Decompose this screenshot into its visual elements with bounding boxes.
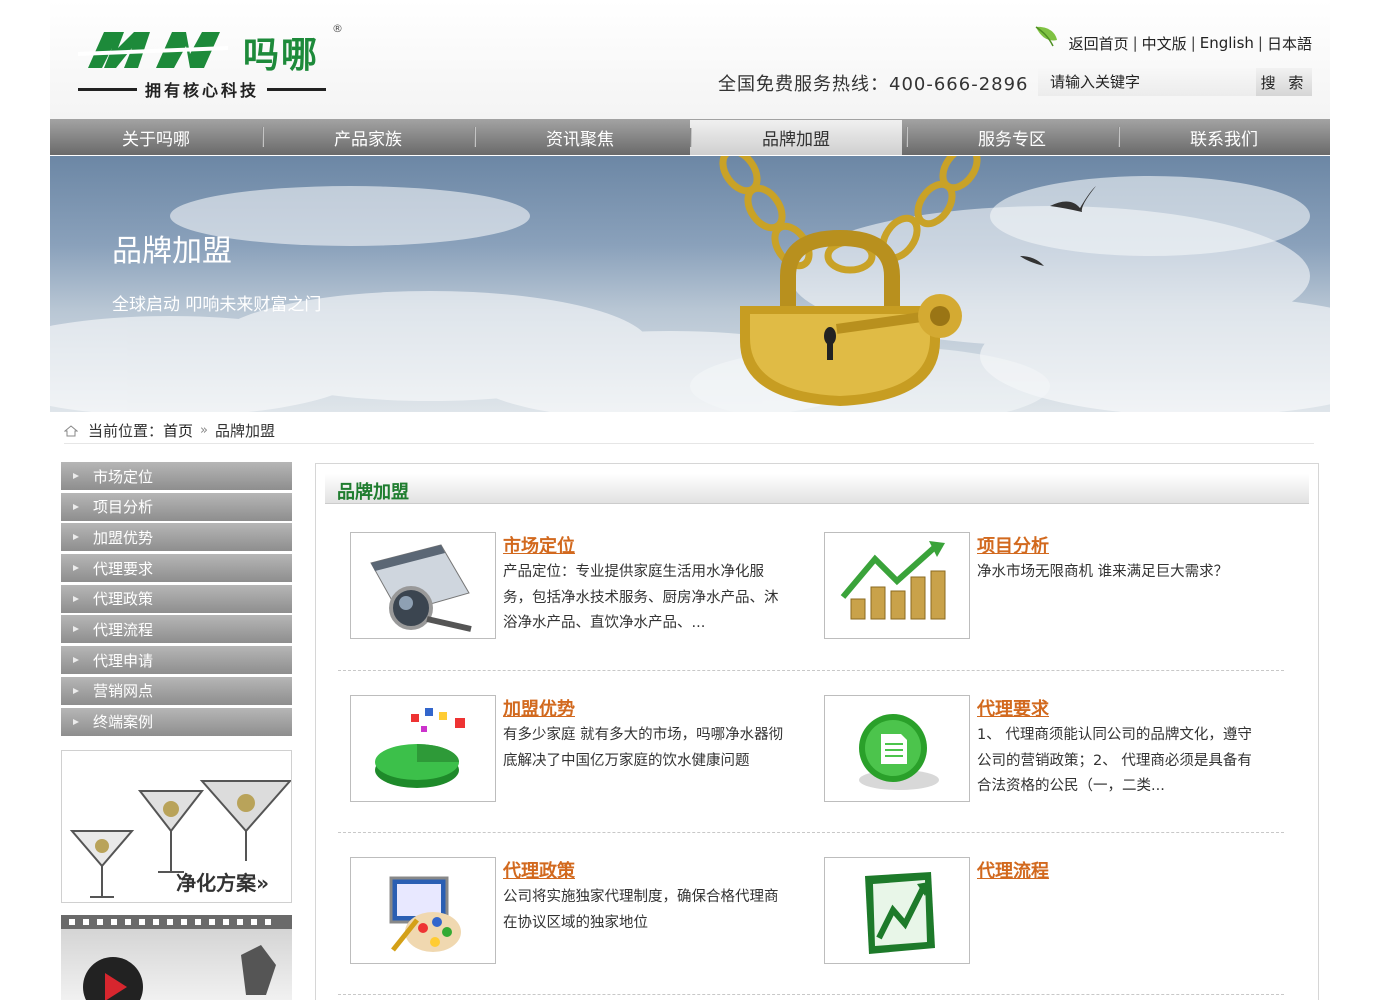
toplink-home[interactable]: 返回首页 — [1069, 33, 1129, 54]
main-panel-title: 品牌加盟 — [337, 482, 409, 503]
purification-solution-label: 净化方案» — [176, 870, 269, 895]
bullet-icon — [73, 473, 79, 479]
logo[interactable]: 吗哪 ® 拥有核心科技 — [78, 22, 358, 102]
slogan-text: 拥有核心科技 — [145, 81, 260, 100]
home-icon — [64, 424, 78, 436]
bullet-icon — [73, 534, 79, 541]
sidebar-item-project-analysis[interactable]: 项目分析 — [61, 492, 292, 521]
search-box: 搜 索 — [1038, 68, 1312, 96]
bullet-icon — [73, 595, 79, 602]
banner-title: 品牌加盟 — [112, 234, 232, 269]
bullet-icon — [73, 718, 79, 725]
paint-palette-icon — [389, 876, 461, 952]
bullet-icon — [73, 657, 79, 664]
logo-mark-icon — [78, 32, 228, 68]
card-thumbnail[interactable] — [350, 532, 496, 639]
card-description: 1、 代理商须能认同公司的品牌文化，遵守公司的营销政策；2、 代理商必须是具备有… — [977, 727, 1252, 794]
divider — [338, 832, 1284, 833]
sidebar-item-agent-process[interactable]: 代理流程 — [61, 615, 292, 644]
nav-item-franchise[interactable]: 品牌加盟 — [690, 120, 902, 155]
breadcrumb-separator: » — [200, 423, 208, 438]
card-thumbnail[interactable] — [824, 532, 970, 639]
logo-slogan: 拥有核心科技 — [78, 78, 327, 100]
nav-item-contact[interactable]: 联系我们 — [1118, 119, 1330, 155]
card-agent-requirements: 代理要求 1、 代理商须能认同公司的品牌文化，遵守公司的营销政策；2、 代理商必… — [824, 695, 1284, 805]
card-description: 有多少家庭 就有多大的市场，吗哪净水器彻底解决了中国亿万家庭的饮水健康问题 — [503, 727, 784, 769]
card-title[interactable]: 代理要求 — [977, 695, 1049, 721]
sidebar-item-agent-requirements[interactable]: 代理要求 — [61, 554, 292, 583]
site-header: 吗哪 ® 拥有核心科技 返回首页 | 中文版 | English | 日本語 全… — [50, 0, 1330, 119]
divider — [338, 994, 1284, 995]
card-title[interactable]: 代理流程 — [977, 857, 1049, 883]
bullet-icon — [73, 565, 79, 572]
nav-item-products[interactable]: 产品家族 — [262, 119, 474, 155]
main-panel-header: 品牌加盟 — [325, 474, 1309, 504]
toplink-english[interactable]: English — [1200, 34, 1254, 52]
card-description: 产品定位：专业提供家庭生活用水净化服务，包括净水技术服务、厨房净水产品、沐浴净水… — [503, 564, 779, 631]
main-panel: 品牌加盟 市场定位 产品定位：专业提供家庭生活用水净化服务，包括净水技术服务、厨… — [315, 463, 1319, 1000]
breadcrumb-current: 品牌加盟 — [215, 422, 276, 440]
banner-art — [50, 156, 1330, 412]
card-thumbnail[interactable] — [824, 695, 970, 802]
bullet-icon — [73, 626, 79, 633]
video-banner[interactable] — [61, 914, 292, 1000]
breadcrumb: 当前位置： 首页 » 品牌加盟 — [64, 418, 1314, 444]
card-title[interactable]: 加盟优势 — [503, 695, 575, 721]
toplink-japanese[interactable]: 日本語 — [1267, 33, 1312, 54]
card-thumbnail[interactable] — [824, 857, 970, 964]
logo-text: 吗哪 — [243, 34, 320, 76]
card-title[interactable]: 市场定位 — [503, 532, 575, 558]
coins-growth-icon — [840, 541, 946, 620]
sidebar-item-terminal-cases[interactable]: 终端案例 — [61, 707, 292, 736]
breadcrumb-label: 当前位置： — [88, 422, 164, 440]
sidebar: 市场定位 项目分析 加盟优势 代理要求 代理政策 代理流程 代理申请 营销网点 … — [61, 462, 292, 1000]
magnifier-icon — [370, 544, 472, 632]
toplink-chinese[interactable]: 中文版 — [1142, 33, 1187, 54]
card-description: 净水市场无限商机 谁来满足巨大需求？ — [977, 564, 1229, 580]
purification-solution-banner[interactable]: 净化方案» — [61, 749, 292, 903]
search-input[interactable] — [1038, 68, 1256, 96]
nav-item-news[interactable]: 资讯聚焦 — [474, 119, 686, 155]
card-agent-policy: 代理政策 公司将实施独家代理制度，确保合格代理商在协议区域的独家地位 — [350, 857, 810, 967]
bullet-icon — [73, 503, 79, 510]
top-links: 返回首页 | 中文版 | English | 日本語 — [1033, 26, 1312, 56]
search-button[interactable]: 搜 索 — [1256, 68, 1312, 96]
registered-mark: ® — [332, 22, 343, 35]
card-title[interactable]: 项目分析 — [977, 532, 1049, 558]
sidebar-item-franchise-advantage[interactable]: 加盟优势 — [61, 523, 292, 552]
card-project-analysis: 项目分析 净水市场无限商机 谁来满足巨大需求？ — [824, 532, 1284, 642]
card-description: 公司将实施独家代理制度，确保合格代理商在协议区域的独家地位 — [503, 889, 779, 931]
leaf-icon — [1035, 26, 1057, 47]
card-market-position: 市场定位 产品定位：专业提供家庭生活用水净化服务，包括净水技术服务、厨房净水产品… — [350, 532, 810, 642]
pie-chart-icon — [375, 708, 465, 788]
nav-item-service[interactable]: 服务专区 — [906, 119, 1118, 155]
nav-item-about[interactable]: 关于吗哪 — [50, 119, 262, 155]
breadcrumb-home[interactable]: 首页 — [163, 420, 193, 441]
sidebar-item-agent-application[interactable]: 代理申请 — [61, 646, 292, 675]
banner-subtitle: 全球启动 叩响未来财富之门 — [112, 295, 322, 315]
card-title[interactable]: 代理政策 — [503, 857, 575, 883]
excel-chart-icon — [865, 872, 935, 954]
card-franchise-advantage: 加盟优势 有多少家庭 就有多大的市场，吗哪净水器彻底解决了中国亿万家庭的饮水健康… — [350, 695, 810, 805]
film-strip-icon — [61, 914, 292, 1000]
sidebar-item-market-position[interactable]: 市场定位 — [61, 462, 292, 490]
bullet-icon — [73, 687, 79, 694]
divider — [338, 670, 1284, 671]
card-thumbnail[interactable] — [350, 695, 496, 802]
banner: 品牌加盟 全球启动 叩响未来财富之门 — [50, 156, 1330, 412]
hotline: 全国免费服务热线：400-666-2896 — [718, 74, 1029, 95]
card-thumbnail[interactable] — [350, 857, 496, 964]
card-agent-process: 代理流程 — [824, 857, 1284, 967]
document-icon — [859, 714, 939, 790]
main-nav: 关于吗哪 产品家族 资讯聚焦 品牌加盟 服务专区 联系我们 — [50, 119, 1330, 155]
sidebar-item-sales-outlets[interactable]: 营销网点 — [61, 676, 292, 705]
sidebar-item-agent-policy[interactable]: 代理政策 — [61, 584, 292, 613]
